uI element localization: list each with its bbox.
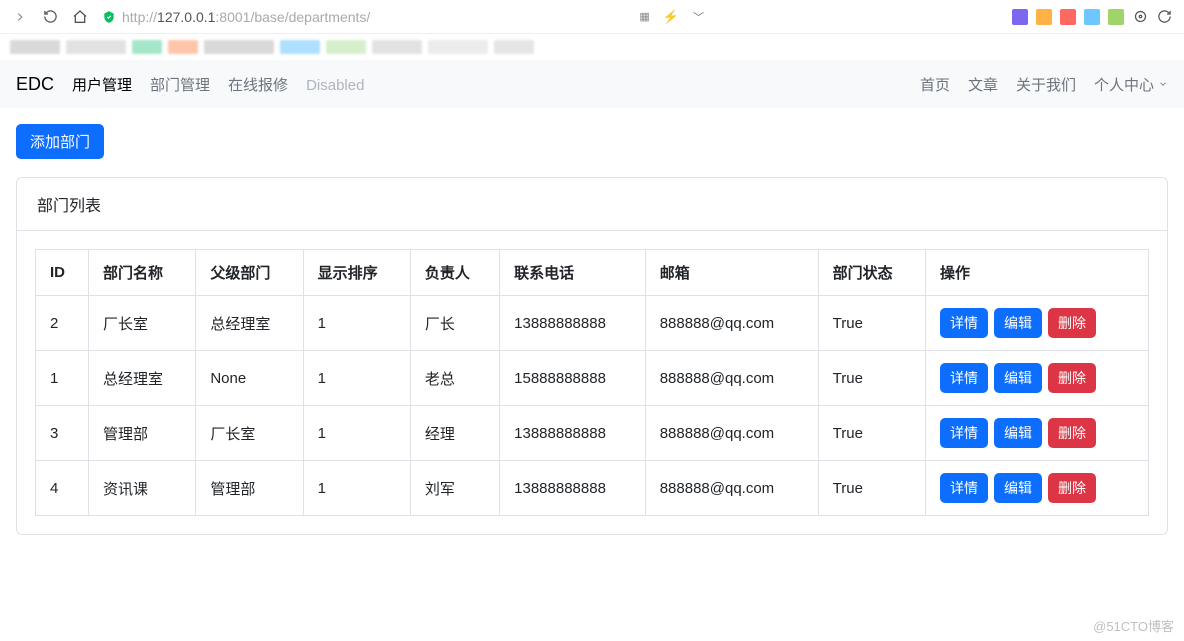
edit-button[interactable]: 编辑 [994,308,1042,338]
delete-button[interactable]: 删除 [1048,363,1096,393]
watermark: @51CTO博客 [1093,616,1174,635]
edit-button[interactable]: 编辑 [994,473,1042,503]
settings-icon[interactable] [1132,9,1148,25]
table-cell: 888888@qq.com [645,461,818,516]
ext-icon[interactable] [1060,9,1076,25]
table-cell: 888888@qq.com [645,406,818,461]
nav-item[interactable]: 用户管理 [72,77,132,94]
nav-item[interactable]: 文章 [968,74,998,95]
home-icon[interactable] [72,9,88,25]
table-cell: 4 [36,461,89,516]
action-cell: 详情编辑删除 [925,351,1148,406]
table-row: 2厂长室总经理室1厂长13888888888888888@qq.comTrue详… [36,296,1149,351]
ext-icon[interactable] [1108,9,1124,25]
table-header-cell: 邮箱 [645,250,818,296]
ext-icon[interactable] [1012,9,1028,25]
nav-item[interactable]: 部门管理 [150,77,210,94]
nav-item[interactable]: 在线报修 [228,77,288,94]
table-cell: 3 [36,406,89,461]
table-cell: 1 [36,351,89,406]
edit-button[interactable]: 编辑 [994,418,1042,448]
table-cell: 管理部 [196,461,303,516]
table-header-cell: 部门名称 [89,250,196,296]
ext-icon[interactable] [1084,9,1100,25]
table-row: 4资讯课管理部1刘军13888888888888888@qq.comTrue详情… [36,461,1149,516]
table-header-cell: 负责人 [410,250,499,296]
delete-button[interactable]: 删除 [1048,473,1096,503]
detail-button[interactable]: 详情 [940,363,988,393]
table-cell: 总经理室 [196,296,303,351]
qrcode-icon[interactable]: ▦ [639,10,648,23]
table-cell: 2 [36,296,89,351]
delete-button[interactable]: 删除 [1048,418,1096,448]
table-row: 3管理部厂长室1经理13888888888888888@qq.comTrue详情… [36,406,1149,461]
table-cell: 13888888888 [500,296,646,351]
table-cell: 15888888888 [500,351,646,406]
undo-icon[interactable] [1156,9,1172,25]
table-cell: 厂长 [410,296,499,351]
table-header-cell: 父级部门 [196,250,303,296]
detail-button[interactable]: 详情 [940,308,988,338]
table-cell: 老总 [410,351,499,406]
edit-button[interactable]: 编辑 [994,363,1042,393]
reload-icon[interactable] [42,9,58,25]
nav-item[interactable]: 首页 [920,74,950,95]
table-cell: 经理 [410,406,499,461]
chevron-down-icon [1158,76,1168,93]
brand[interactable]: EDC [16,74,54,95]
add-department-button[interactable]: 添加部门 [16,124,104,159]
table-cell: 管理部 [89,406,196,461]
table-header-cell: 显示排序 [303,250,410,296]
nav-item[interactable]: 关于我们 [1016,74,1076,95]
detail-button[interactable]: 详情 [940,418,988,448]
table-cell: 13888888888 [500,406,646,461]
table-row: 1总经理室None1老总15888888888888888@qq.comTrue… [36,351,1149,406]
bolt-icon: ⚡ [663,9,679,25]
table-cell: 厂长室 [89,296,196,351]
nav-item[interactable]: 个人中心 [1094,74,1168,95]
table-header-cell: 部门状态 [818,250,925,296]
department-table: ID部门名称父级部门显示排序负责人联系电话邮箱部门状态操作 2厂长室总经理室1厂… [35,249,1149,516]
table-header-row: ID部门名称父级部门显示排序负责人联系电话邮箱部门状态操作 [36,250,1149,296]
table-header-cell: 操作 [925,250,1148,296]
table-cell: True [818,351,925,406]
app-navbar: EDC 用户管理 部门管理 在线报修 Disabled 首页文章关于我们个人中心 [0,60,1184,108]
table-cell: 资讯课 [89,461,196,516]
department-card: 部门列表 ID部门名称父级部门显示排序负责人联系电话邮箱部门状态操作 2厂长室总… [16,177,1168,535]
forward-icon[interactable] [12,9,28,25]
detail-button[interactable]: 详情 [940,473,988,503]
table-cell: 888888@qq.com [645,351,818,406]
table-cell: True [818,296,925,351]
table-cell: 刘军 [410,461,499,516]
action-cell: 详情编辑删除 [925,406,1148,461]
ext-icon[interactable] [1036,9,1052,25]
table-cell: None [196,351,303,406]
chevron-down-icon[interactable]: ﹀ [693,9,704,25]
table-cell: 13888888888 [500,461,646,516]
blurred-tabs [0,34,1184,60]
address-bar[interactable]: http://127.0.0.1:8001/base/departments/ [102,9,370,25]
table-cell: 1 [303,461,410,516]
table-cell: 888888@qq.com [645,296,818,351]
table-cell: 1 [303,296,410,351]
browser-toolbar: http://127.0.0.1:8001/base/departments/ … [0,0,1184,34]
table-header-cell: 联系电话 [500,250,646,296]
table-cell: 1 [303,351,410,406]
table-cell: True [818,406,925,461]
action-cell: 详情编辑删除 [925,461,1148,516]
table-header-cell: ID [36,250,89,296]
nav-item: Disabled [306,77,364,94]
action-cell: 详情编辑删除 [925,296,1148,351]
page-content: 添加部门 部门列表 ID部门名称父级部门显示排序负责人联系电话邮箱部门状态操作 … [0,108,1184,551]
card-title: 部门列表 [17,178,1167,231]
delete-button[interactable]: 删除 [1048,308,1096,338]
table-cell: 总经理室 [89,351,196,406]
table-cell: True [818,461,925,516]
url-text: http://127.0.0.1:8001/base/departments/ [122,9,370,25]
shield-icon [102,10,116,24]
table-cell: 1 [303,406,410,461]
table-cell: 厂长室 [196,406,303,461]
